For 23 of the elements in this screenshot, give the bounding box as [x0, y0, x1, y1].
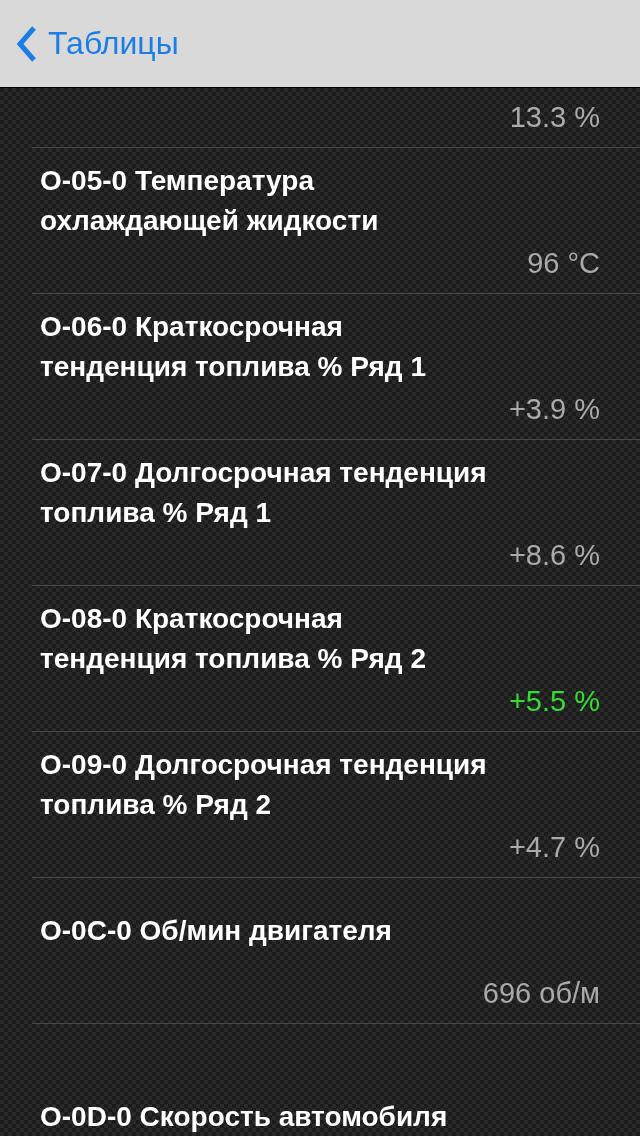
parameter-name: O-08-0 Краткосрочная тенденция топлива % Ряд 2	[40, 602, 426, 676]
list-row[interactable]: O-0D-0 Скорость автомобиля	[32, 1024, 640, 1136]
list-row[interactable]: 13.3 %	[32, 88, 640, 148]
parameter-value: 96 °C	[527, 246, 600, 281]
parameter-name: O-05-0 Температура охлаждающей жидкости	[40, 164, 379, 238]
list-row[interactable]: O-07-0 Долгосрочная тенденция топлива % Ряд 1 +8.6 %	[32, 440, 640, 586]
parameter-name: O-09-0 Долгосрочная тенденция топлива % Ряд 2	[40, 748, 487, 822]
parameter-name: O-0D-0 Скорость автомобиля	[40, 1100, 448, 1134]
parameter-name: O-0C-0 Об/мин двигателя	[40, 914, 392, 948]
parameter-value: +8.6 %	[508, 538, 600, 573]
list-row[interactable]: O-09-0 Долгосрочная тенденция топлива % Ряд 2 +4.7 %	[32, 732, 640, 878]
list-row[interactable]: O-0C-0 Об/мин двигателя 696 об/м	[32, 878, 640, 1024]
parameter-value: +4.7 %	[508, 830, 600, 865]
list-row[interactable]: O-06-0 Краткосрочная тенденция топлива % Ряд 1 +3.9 %	[32, 294, 640, 440]
parameter-value: +3.9 %	[508, 392, 600, 427]
parameter-value: 13.3 %	[509, 100, 600, 135]
parameter-name: O-06-0 Краткосрочная тенденция топлива % Ряд 1	[40, 310, 426, 384]
parameter-name: O-07-0 Долгосрочная тенденция топлива % Ряд 1	[40, 456, 487, 530]
parameter-value: +5.5 %	[508, 684, 600, 719]
list-row[interactable]: O-08-0 Краткосрочная тенденция топлива % Ряд 2 +5.5 %	[32, 586, 640, 732]
parameter-value: 696 об/м	[482, 976, 600, 1011]
list-row[interactable]: O-05-0 Температура охлаждающей жидкости 96 °C	[32, 148, 640, 294]
chevron-left-icon	[16, 24, 38, 63]
